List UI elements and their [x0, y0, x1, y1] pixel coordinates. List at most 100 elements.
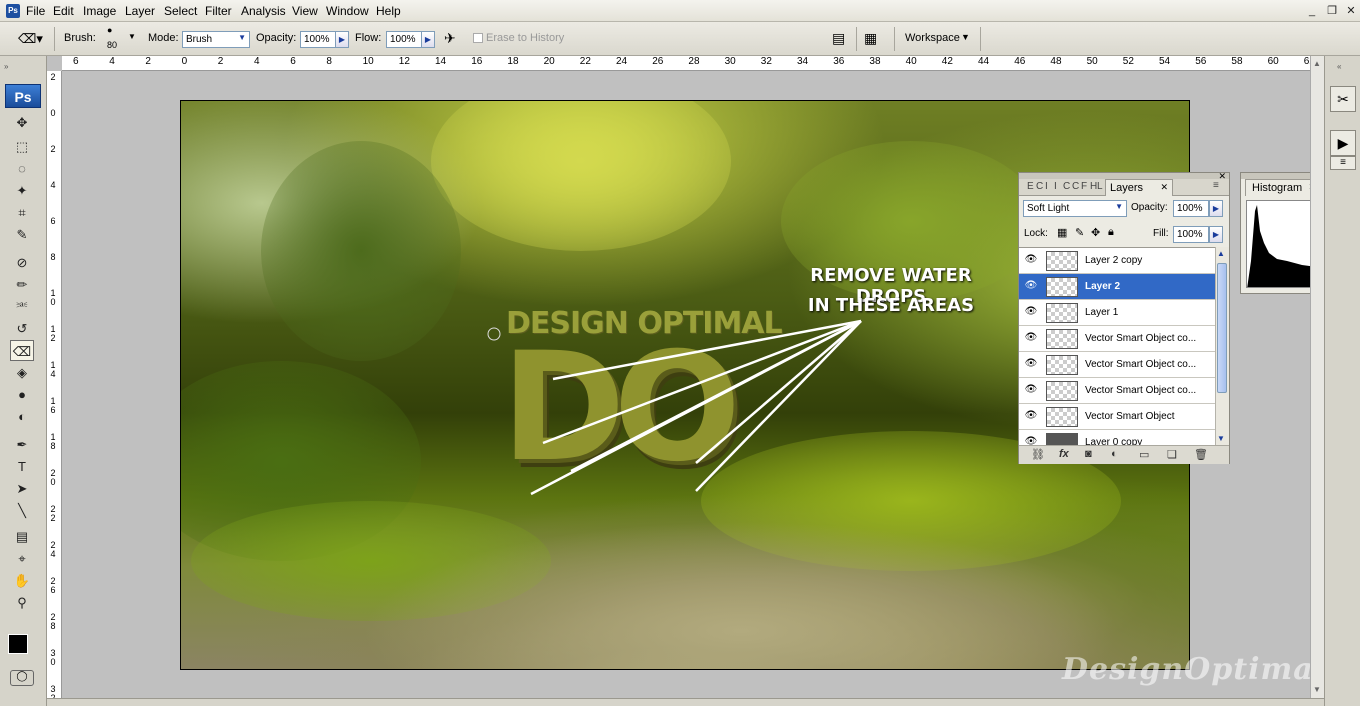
panel-menu-icon[interactable]: ≡	[1213, 180, 1219, 191]
menu-select[interactable]: Select	[164, 4, 197, 18]
menu-edit[interactable]: Edit	[53, 4, 74, 18]
tab-collapsed[interactable]: C	[1072, 181, 1079, 192]
layer-row[interactable]: 👁︎ Vector Smart Object co...	[1019, 352, 1215, 378]
minimize-icon[interactable]: _	[1304, 4, 1320, 18]
layers-scrollbar[interactable]: ▲ ▼	[1215, 247, 1229, 445]
palette-well-icon[interactable]: ▤	[832, 30, 845, 47]
menu-filter[interactable]: Filter	[205, 4, 232, 18]
tool-presets-icon[interactable]: ✂	[1330, 86, 1356, 112]
tab-collapsed[interactable]: E	[1027, 181, 1034, 192]
layer-row[interactable]: 👁︎ Vector Smart Object co...	[1019, 378, 1215, 404]
tab-collapsed[interactable]: I	[1054, 181, 1057, 192]
tab-collapsed[interactable]: C	[1036, 181, 1043, 192]
menu-layer[interactable]: Layer	[125, 4, 155, 18]
actions-icon[interactable]: ▶	[1330, 130, 1356, 156]
airbrush-icon[interactable]: ✈	[444, 30, 456, 47]
fill-slider[interactable]: ▶	[1209, 226, 1223, 243]
tab-close-icon[interactable]: ✕	[1160, 182, 1168, 193]
history-brush-tool-icon[interactable]: ↺	[10, 318, 34, 339]
scroll-up-icon[interactable]: ▲	[1313, 59, 1321, 68]
blur-tool-icon[interactable]: ●	[10, 384, 34, 405]
go-to-bridge-icon[interactable]: ▦	[864, 30, 877, 47]
restore-icon[interactable]: ❐	[1324, 4, 1340, 18]
blend-mode-select[interactable]: Soft Light ▼	[1023, 200, 1127, 217]
tab-collapsed[interactable]: F	[1081, 181, 1087, 192]
path-selection-tool-icon[interactable]: ➤	[10, 478, 34, 499]
lasso-tool-icon[interactable]: ◌	[10, 158, 34, 179]
layer-row[interactable]: 👁︎ Layer 1	[1019, 300, 1215, 326]
actions-secondary-icon[interactable]: ≡	[1330, 156, 1356, 170]
eyedropper-tool-icon[interactable]: ✎	[10, 224, 34, 245]
ps-logo[interactable]: Ps	[5, 84, 41, 108]
menu-file[interactable]: File	[26, 4, 45, 18]
new-group-icon[interactable]: ▭	[1139, 448, 1149, 461]
collapse-icon[interactable]: »	[4, 62, 42, 72]
visibility-eye-icon[interactable]: 👁︎	[1023, 436, 1039, 445]
scroll-thumb[interactable]	[1217, 263, 1227, 393]
eraser-preset-icon[interactable]: ⌫▾	[18, 31, 43, 47]
visibility-eye-icon[interactable]: 👁︎	[1023, 280, 1039, 294]
adjustment-layer-icon[interactable]: ◐	[1111, 448, 1118, 460]
layer-opacity-input[interactable]: 100%	[1173, 200, 1209, 217]
scroll-down-icon[interactable]: ▼	[1313, 685, 1321, 694]
menu-analysis[interactable]: Analysis	[241, 4, 286, 18]
tab-layers[interactable]: Layers ✕	[1105, 179, 1173, 196]
marquee-tool-icon[interactable]: ⬚	[10, 136, 34, 157]
close-icon[interactable]: ✕	[1343, 4, 1359, 18]
move-tool-icon[interactable]: ✥	[10, 112, 34, 133]
pen-tool-icon[interactable]: ✒	[10, 434, 34, 455]
quick-mask-icon[interactable]: ◯	[10, 670, 34, 686]
flow-input[interactable]: 100%	[386, 31, 422, 48]
visibility-eye-icon[interactable]: 👁︎	[1023, 306, 1039, 320]
visibility-eye-icon[interactable]: 👁︎	[1023, 254, 1039, 268]
scroll-down-icon[interactable]: ▼	[1217, 434, 1225, 443]
brush-tool-icon[interactable]: ✏	[10, 274, 34, 295]
zoom-tool-icon[interactable]: ⚲	[10, 592, 34, 613]
erase-history-checkbox[interactable]	[473, 33, 483, 43]
notes-tool-icon[interactable]: ▤	[10, 526, 34, 547]
layer-mask-icon[interactable]: ◙	[1085, 448, 1092, 460]
new-layer-icon[interactable]: ❏	[1167, 448, 1177, 461]
opacity-slider-button[interactable]: ▶	[335, 31, 349, 48]
collapse-icon[interactable]: «	[1337, 62, 1341, 71]
tab-collapsed[interactable]: C	[1063, 181, 1070, 192]
menu-view[interactable]: View	[292, 4, 318, 18]
lock-pixels-icon[interactable]: ✎	[1075, 226, 1084, 239]
layer-opacity-slider[interactable]: ▶	[1209, 200, 1223, 217]
type-tool-icon[interactable]: T	[10, 456, 34, 477]
visibility-eye-icon[interactable]: 👁︎	[1023, 358, 1039, 372]
eraser-tool-icon[interactable]: ⌫	[10, 340, 34, 361]
layer-row[interactable]: 👁︎ Layer 2	[1019, 274, 1215, 300]
brush-picker-chevron-icon[interactable]: ▼	[128, 32, 136, 41]
tab-collapsed[interactable]: I	[1045, 181, 1048, 192]
layer-row[interactable]: 👁︎ Vector Smart Object	[1019, 404, 1215, 430]
paint-bucket-tool-icon[interactable]: ◈	[10, 362, 34, 383]
mode-select[interactable]: Brush ▼	[182, 31, 250, 48]
layer-row[interactable]: 👁︎ Layer 0 copy	[1019, 430, 1215, 445]
menu-help[interactable]: Help	[376, 4, 401, 18]
lock-position-icon[interactable]: ✥	[1091, 226, 1100, 239]
eyedropper-sample-tool-icon[interactable]: ⌖	[10, 548, 34, 569]
visibility-eye-icon[interactable]: 👁︎	[1023, 332, 1039, 346]
lock-all-icon[interactable]: 🔒︎	[1108, 226, 1114, 239]
foreground-color-swatch[interactable]	[8, 634, 28, 654]
document-scrollbar[interactable]: ▲ ▼	[1310, 56, 1324, 698]
brush-size[interactable]: 80	[107, 40, 117, 50]
opacity-input[interactable]: 100%	[300, 31, 336, 48]
delete-layer-icon[interactable]: 🗑︎	[1194, 448, 1208, 461]
menu-image[interactable]: Image	[83, 4, 116, 18]
magic-wand-tool-icon[interactable]: ✦	[10, 180, 34, 201]
clone-stamp-tool-icon[interactable]: ⎃	[10, 296, 34, 317]
flow-slider-button[interactable]: ▶	[421, 31, 435, 48]
layer-row[interactable]: 👁︎ Layer 2 copy	[1019, 248, 1215, 274]
fill-input[interactable]: 100%	[1173, 226, 1209, 243]
lock-transparent-icon[interactable]: ▦	[1057, 226, 1067, 239]
menu-window[interactable]: Window	[326, 4, 369, 18]
crop-tool-icon[interactable]: ⌗	[10, 202, 34, 223]
link-layers-icon[interactable]: ⛓	[1031, 448, 1045, 461]
layer-row[interactable]: 👁︎ Vector Smart Object co...	[1019, 326, 1215, 352]
visibility-eye-icon[interactable]: 👁︎	[1023, 384, 1039, 398]
dodge-tool-icon[interactable]: ◐	[10, 406, 34, 427]
visibility-eye-icon[interactable]: 👁︎	[1023, 410, 1039, 424]
layer-style-icon[interactable]: fx	[1059, 448, 1069, 460]
